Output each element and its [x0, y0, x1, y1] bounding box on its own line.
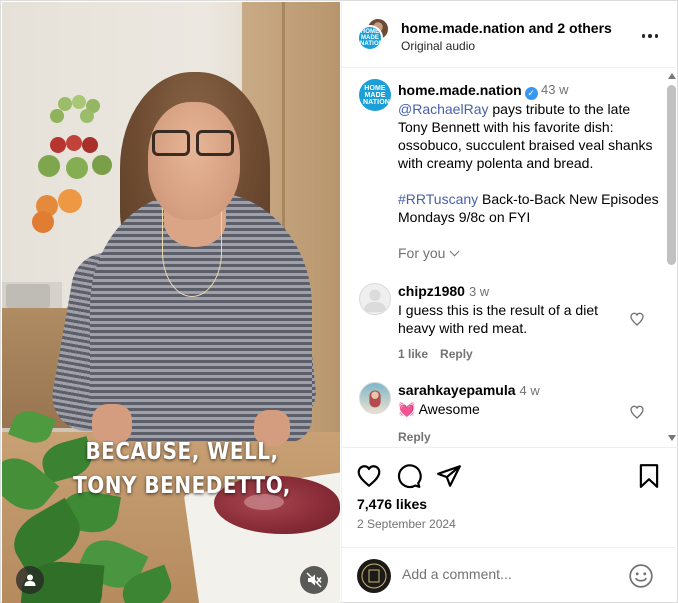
video-person-glasses	[150, 130, 238, 160]
post-actions: 7,476 likes 2 September 2024	[342, 447, 678, 603]
mention-link[interactable]: @RachaelRay	[398, 101, 488, 117]
header-others[interactable]: and 2 others	[529, 20, 612, 36]
more-options-button[interactable]	[640, 26, 660, 46]
header-username[interactable]: home.made.nation	[401, 20, 525, 36]
commenter-avatar[interactable]	[359, 283, 391, 315]
likes-count[interactable]: 7,476 likes	[357, 496, 427, 512]
current-user-logo-icon	[361, 563, 387, 589]
comment-icon[interactable]	[396, 463, 422, 489]
reply-button[interactable]: Reply	[398, 430, 431, 444]
author-avatar[interactable]: HOME MADE NATION	[357, 25, 383, 51]
comment-like-icon[interactable]	[629, 404, 645, 420]
scroll-down-arrow-icon[interactable]	[668, 435, 676, 441]
comment-text-body: Awesome	[418, 401, 480, 417]
scrollbar-thumb[interactable]	[667, 85, 676, 265]
mute-button[interactable]	[300, 566, 328, 594]
comment-username[interactable]: chipz1980 3 w	[398, 283, 489, 299]
hashtag-link[interactable]: #RRTuscany	[398, 191, 478, 207]
comment-age[interactable]: 3 w	[469, 284, 489, 299]
mute-icon	[306, 572, 322, 588]
caption-author-avatar[interactable]: HOME MADE NATION	[359, 79, 391, 111]
comment-like-icon[interactable]	[629, 311, 645, 327]
comment-username-text[interactable]: sarahkayepamula	[398, 382, 516, 398]
video-sink	[6, 284, 50, 308]
video-fruit-stand	[32, 95, 124, 247]
avatar-logo-text: HOME MADE NATION	[360, 29, 383, 47]
video-person-necklace	[162, 207, 222, 297]
add-comment-row	[342, 547, 678, 603]
audio-link[interactable]: Original audio	[401, 39, 475, 53]
heart-icon[interactable]	[356, 463, 382, 489]
commenter-avatar[interactable]	[359, 382, 391, 414]
more-icon	[641, 34, 646, 38]
comment-age[interactable]: 4 w	[520, 383, 540, 398]
bookmark-icon[interactable]	[636, 463, 662, 489]
caption-age[interactable]: 43 w	[541, 82, 568, 97]
post-header: HOME MADE NATION home.made.nation and 2 …	[342, 2, 678, 68]
caption-username-text[interactable]: home.made.nation	[398, 82, 522, 98]
post-date: 2 September 2024	[357, 517, 456, 531]
current-user-avatar	[357, 559, 391, 593]
comments-scroll-area[interactable]: HOME MADE NATION home.made.nation ✓ 43 w …	[342, 69, 678, 446]
more-icon	[654, 34, 659, 38]
avatar-logo-text: HOME MADE NATION	[363, 84, 390, 106]
for-you-toggle[interactable]: For you	[398, 245, 460, 261]
tagged-users-button[interactable]	[16, 566, 44, 594]
for-you-label: For you	[398, 245, 446, 261]
reel-video[interactable]: BECAUSE, WELL, TONY BENEDETTO,	[2, 2, 340, 603]
default-avatar-icon	[363, 289, 387, 313]
reply-button[interactable]: Reply	[440, 347, 473, 361]
user-tag-icon	[24, 574, 36, 586]
caption-username[interactable]: home.made.nation ✓	[398, 82, 538, 100]
commenter-photo-icon	[369, 390, 381, 408]
header-title: home.made.nation and 2 others	[401, 20, 612, 36]
more-icon	[648, 34, 652, 38]
add-comment-input[interactable]	[402, 566, 602, 582]
post-sidebar: HOME MADE NATION home.made.nation and 2 …	[341, 2, 678, 603]
heart-emoji: 💓	[398, 401, 416, 417]
scroll-up-arrow-icon[interactable]	[668, 73, 676, 79]
scrollbar[interactable]	[664, 69, 678, 446]
caption-text: @RachaelRay pays tribute to the late Ton…	[398, 100, 660, 244]
comment-text: 💓 Awesome	[398, 400, 628, 418]
chevron-down-icon	[450, 246, 460, 257]
video-subtitle-line: BECAUSE, WELL,	[85, 437, 279, 465]
video-subtitle-line: TONY BENEDETTO,	[73, 471, 291, 499]
comment-meta: Reply	[398, 430, 443, 444]
share-icon[interactable]	[436, 463, 462, 489]
post-dialog: BECAUSE, WELL, TONY BENEDETTO, HOME MADE…	[0, 0, 678, 603]
emoji-icon[interactable]	[628, 563, 654, 589]
comment-likes[interactable]: 1 like	[398, 347, 428, 361]
verified-icon: ✓	[524, 87, 538, 100]
comment-username[interactable]: sarahkayepamula 4 w	[398, 382, 540, 398]
comment-username-text[interactable]: chipz1980	[398, 283, 465, 299]
video-person-face	[148, 102, 240, 220]
comment-meta: 1 like Reply	[398, 347, 485, 361]
comment-text: I guess this is the result of a diet hea…	[398, 302, 598, 336]
